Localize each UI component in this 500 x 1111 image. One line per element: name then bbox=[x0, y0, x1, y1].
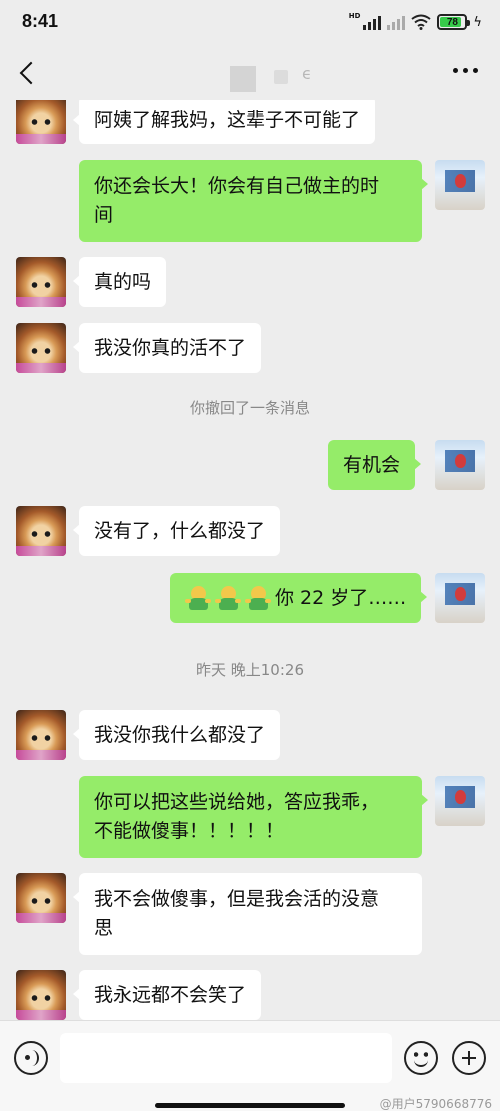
message-bubble-received[interactable]: 我没你真的活不了 bbox=[72, 323, 262, 373]
battery-level: 78 bbox=[446, 16, 458, 28]
message-text: 真的吗 bbox=[94, 270, 152, 293]
hd-label: HD bbox=[348, 12, 361, 20]
more-dots-icon[interactable] bbox=[453, 68, 478, 73]
message-text: 我没你我什么都没了 bbox=[94, 723, 266, 746]
message-text: 你可以把这些说给她，答应我乖， 不能做傻事！！！！！ bbox=[94, 791, 380, 842]
message-text: 我永远都不会笑了 bbox=[94, 983, 247, 1006]
message-bubble-received[interactable]: 我不会做傻事，但是我会活的没意 思 bbox=[73, 873, 422, 955]
message-bubble-sent[interactable]: 你还会长大！你会有自己做主的时 间 bbox=[79, 160, 428, 242]
system-icons: HD 78 ϟ bbox=[349, 12, 482, 32]
signal-2-icon bbox=[387, 14, 406, 30]
contact-avatar[interactable] bbox=[16, 257, 66, 307]
contact-avatar[interactable] bbox=[16, 506, 66, 556]
timestamp: 昨天 晚上10:26 bbox=[196, 661, 304, 679]
message-text: 有机会 bbox=[343, 453, 401, 476]
contact-avatar[interactable] bbox=[16, 100, 66, 144]
message-text: 阿姨了解我妈，这辈子不可能了 bbox=[94, 108, 361, 131]
hugging-person-emoji bbox=[215, 585, 241, 611]
message-text: 你还会长大！你会有自己做主的时 间 bbox=[94, 175, 380, 226]
wifi-icon bbox=[411, 14, 432, 30]
input-bar: @用户5790668776 bbox=[0, 1020, 500, 1111]
chevron-left-icon[interactable] bbox=[16, 58, 40, 86]
contact-name-redacted-2 bbox=[274, 70, 288, 84]
voice-icon[interactable] bbox=[14, 1041, 48, 1075]
message-input[interactable] bbox=[60, 1033, 392, 1083]
contact-avatar[interactable] bbox=[16, 970, 66, 1020]
chat-area[interactable]: 阿姨了解我妈，这辈子不可能了 你还会长大！你会有自己做主的时 间 真的吗 我没你… bbox=[0, 100, 500, 1020]
message-bubble-sent[interactable]: 有机会 bbox=[328, 440, 422, 490]
contact-avatar[interactable] bbox=[16, 710, 66, 760]
status-time: 8:41 bbox=[22, 11, 59, 31]
hugging-person-emoji bbox=[185, 585, 211, 611]
message-text: 我不会做傻事，但是我会活的没意 思 bbox=[94, 888, 380, 939]
smiley-icon[interactable] bbox=[404, 1041, 438, 1075]
message-bubble-received[interactable]: 我永远都不会笑了 bbox=[72, 970, 262, 1020]
ear-icon: ϵ bbox=[302, 64, 312, 83]
hugging-person-emoji bbox=[245, 585, 271, 611]
recall-notice: 你撤回了一条消息 bbox=[189, 399, 310, 417]
watermark: @用户5790668776 bbox=[379, 1097, 492, 1111]
contact-name-redacted bbox=[230, 66, 256, 92]
my-avatar[interactable] bbox=[435, 573, 485, 623]
plus-circle-icon[interactable] bbox=[452, 1041, 486, 1075]
battery-icon: 78 bbox=[437, 14, 471, 30]
status-bar: 8:41 HD 78 ϟ bbox=[0, 0, 500, 44]
message-bubble-received[interactable]: 阿姨了解我妈，这辈子不可能了 bbox=[72, 100, 376, 144]
message-bubble-received[interactable]: 真的吗 bbox=[72, 257, 167, 307]
contact-avatar[interactable] bbox=[16, 323, 66, 373]
contact-avatar[interactable] bbox=[16, 873, 66, 923]
message-text: 你 22 岁了…… bbox=[275, 586, 407, 609]
message-bubble-sent[interactable]: 你可以把这些说给她，答应我乖， 不能做傻事！！！！！ bbox=[79, 776, 428, 858]
my-avatar[interactable] bbox=[435, 440, 485, 490]
my-avatar[interactable] bbox=[435, 160, 485, 210]
signal-icon bbox=[363, 14, 382, 30]
message-text: 没有了，什么都没了 bbox=[94, 519, 266, 542]
message-bubble-received[interactable]: 没有了，什么都没了 bbox=[72, 506, 281, 556]
message-bubble-sent[interactable]: 你 22 岁了…… bbox=[170, 573, 428, 623]
chat-header: ϵ bbox=[0, 44, 500, 100]
message-bubble-received[interactable]: 我没你我什么都没了 bbox=[72, 710, 281, 760]
my-avatar[interactable] bbox=[435, 776, 485, 826]
message-text: 我没你真的活不了 bbox=[94, 336, 247, 359]
home-indicator[interactable] bbox=[155, 1103, 345, 1108]
lightning-icon: ϟ bbox=[473, 14, 482, 30]
